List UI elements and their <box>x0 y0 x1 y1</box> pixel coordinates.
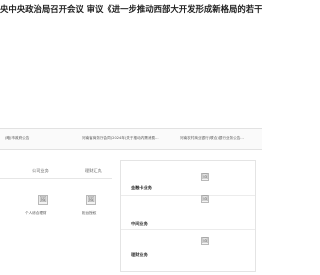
tile-label-personal-wealth[interactable]: 个人综合理财 <box>25 211 47 216</box>
service-row-label[interactable]: 中间业务 <box>131 221 148 227</box>
image-placeholder-icon: 🖼 <box>201 195 209 203</box>
notice-bar: (略)市政府公告 河南省商务厅会同(2024年)关于推动内需消费… 河南农村商业… <box>0 128 262 150</box>
left-services-panel: 公司业务 理财汇丸 🖼 🖼 ​ 个人综合理财 柜台授权 <box>0 160 116 270</box>
image-placeholder-icon: 🖼 <box>201 237 209 245</box>
image-placeholder-icon: 🖼 <box>201 173 209 181</box>
notice-item-1[interactable]: (略)市政府公告 <box>5 135 75 141</box>
notice-item-3[interactable]: 河南农村商业银行(联合)银行业务公告… <box>180 135 260 141</box>
headline-banner[interactable]: 央中央政治局召开会议 审议《进一步推动西部大开发形成新格局的若干政策措施》 <box>0 2 262 16</box>
image-placeholder-icon[interactable]: 🖼 <box>86 195 96 205</box>
tab-divider <box>0 178 112 179</box>
service-row-wealth[interactable]: 🖼 理财业务 <box>121 229 255 263</box>
service-row-label[interactable]: 金融卡业务 <box>131 185 152 191</box>
service-row-intermediary[interactable]: 🖼 中间业务 <box>121 195 255 230</box>
tile-label-counter-authorization[interactable]: 柜台授权 <box>82 211 96 216</box>
right-services-panel: 🖼 金融卡业务 🖼 中间业务 🖼 理财业务 <box>120 160 256 272</box>
service-row-label[interactable]: 理财业务 <box>131 252 148 258</box>
image-placeholder-icon[interactable]: 🖼 <box>38 195 48 205</box>
tab-company-business[interactable]: 公司业务 <box>32 168 49 174</box>
notice-item-2[interactable]: 河南省商务厅会同(2024年)关于推动内需消费… <box>82 135 174 141</box>
tab-wealth[interactable]: 理财汇丸 <box>85 168 102 174</box>
service-row-card[interactable]: 🖼 金融卡业务 <box>121 161 255 196</box>
